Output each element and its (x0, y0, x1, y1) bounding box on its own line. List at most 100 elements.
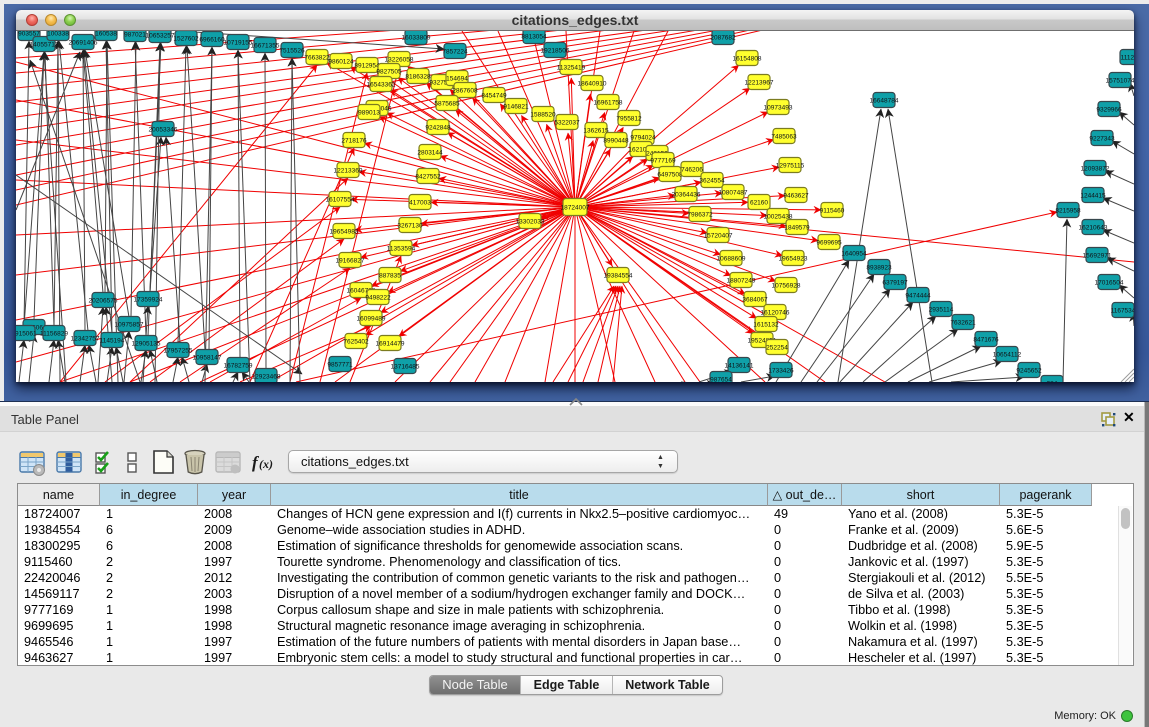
svg-text:9329966: 9329966 (1096, 106, 1122, 113)
svg-text:1167534: 1167534 (1111, 307, 1134, 314)
svg-text:8215958: 8215958 (1055, 207, 1081, 214)
svg-text:10807487: 10807487 (719, 189, 748, 196)
svg-text:18807249: 18807249 (727, 277, 756, 284)
svg-text:12342757: 12342757 (71, 335, 100, 342)
svg-text:7986372: 7986372 (687, 211, 713, 218)
svg-text:6966160: 6966160 (199, 36, 225, 43)
svg-text:9794024: 9794024 (630, 134, 656, 141)
svg-text:17957255: 17957255 (164, 347, 193, 354)
svg-text:3267130: 3267130 (397, 222, 423, 229)
svg-text:10688609: 10688609 (717, 255, 746, 262)
svg-text:16154808: 16154808 (733, 55, 762, 62)
svg-text:16648784: 16648784 (870, 97, 899, 104)
svg-text:2087682: 2087682 (710, 34, 736, 41)
svg-text:15692971: 15692971 (1083, 252, 1112, 259)
svg-text:(x): (x) (259, 457, 273, 471)
svg-text:1527602: 1527602 (173, 35, 199, 42)
svg-text:417003: 417003 (409, 199, 431, 206)
svg-text:13226058: 13226058 (385, 56, 414, 63)
svg-text:10958147: 10958147 (193, 354, 222, 361)
svg-text:12093872: 12093872 (1081, 165, 1110, 172)
svg-text:8813054: 8813054 (521, 33, 547, 40)
svg-text:10653257: 10653257 (146, 32, 175, 39)
svg-text:1244415: 1244415 (1080, 192, 1106, 199)
svg-text:100338: 100338 (47, 31, 69, 37)
svg-text:924: 924 (1047, 380, 1058, 382)
svg-text:160538: 160538 (95, 31, 117, 37)
svg-text:11353594: 11353594 (387, 245, 416, 252)
svg-text:887835: 887835 (379, 272, 401, 279)
svg-text:7625402: 7625402 (343, 338, 369, 345)
svg-text:2718176: 2718176 (341, 137, 367, 144)
svg-text:8427552: 8427552 (415, 173, 441, 180)
svg-text:19654983: 19654983 (330, 228, 359, 235)
svg-text:3915061: 3915061 (16, 330, 37, 337)
svg-text:1733426: 1733426 (768, 367, 794, 374)
svg-text:9115460: 9115460 (820, 207, 845, 214)
svg-text:11156829: 11156829 (40, 330, 68, 337)
svg-text:62160: 62160 (750, 199, 768, 206)
svg-text:252254: 252254 (766, 344, 788, 351)
svg-text:9498222: 9498222 (365, 294, 391, 301)
svg-text:7663822: 7663822 (304, 54, 330, 61)
svg-text:18640910: 18640910 (578, 80, 607, 87)
svg-text:9699695: 9699695 (816, 239, 842, 246)
svg-text:8471676: 8471676 (973, 336, 999, 343)
svg-text:154694: 154694 (446, 75, 468, 82)
svg-text:3684067: 3684067 (742, 296, 768, 303)
svg-text:16782759: 16782759 (224, 362, 253, 369)
svg-text:9827505: 9827505 (376, 68, 402, 75)
svg-text:111240: 111240 (1121, 54, 1134, 61)
svg-text:9146821: 9146821 (503, 103, 529, 110)
svg-text:19384554: 19384554 (604, 272, 633, 279)
svg-text:12213369: 12213369 (334, 167, 363, 174)
svg-text:8938923: 8938923 (866, 264, 892, 271)
svg-text:17359924: 17359924 (134, 296, 163, 303)
svg-text:14136141: 14136141 (725, 362, 754, 369)
svg-text:5322037: 5322037 (554, 119, 580, 126)
svg-text:5875685: 5875685 (434, 100, 460, 107)
svg-text:9860124: 9860124 (328, 58, 354, 65)
svg-text:1145194: 1145194 (100, 337, 125, 344)
svg-text:3624554: 3624554 (699, 177, 725, 184)
svg-text:8454749: 8454749 (481, 92, 507, 99)
svg-text:10973493: 10973493 (764, 104, 793, 111)
svg-text:12213967: 12213967 (745, 79, 774, 86)
svg-text:13302033: 13302033 (516, 218, 545, 225)
svg-text:12923468: 12923468 (252, 373, 281, 380)
svg-text:8990448: 8990448 (603, 137, 629, 144)
svg-text:9242848: 9242848 (425, 124, 451, 131)
svg-text:20206575: 20206575 (89, 297, 118, 304)
svg-text:16210643: 16210643 (1079, 224, 1108, 231)
svg-text:13716485: 13716485 (391, 363, 420, 370)
svg-text:20053346: 20053346 (149, 126, 178, 133)
svg-text:987654: 987654 (710, 376, 732, 382)
svg-text:7955812: 7955812 (616, 115, 642, 122)
svg-text:9777169: 9777169 (650, 157, 676, 164)
svg-text:989013: 989013 (358, 109, 380, 116)
svg-text:6497508: 6497508 (657, 171, 683, 178)
svg-text:12905135: 12905135 (132, 340, 161, 347)
svg-text:7485063: 7485063 (771, 133, 797, 140)
svg-text:16120746: 16120746 (761, 309, 790, 316)
svg-text:1849579: 1849579 (784, 224, 810, 231)
svg-text:2935114: 2935114 (929, 306, 954, 313)
svg-text:16033809: 16033809 (402, 34, 431, 41)
svg-text:9463627: 9463627 (783, 192, 809, 199)
svg-text:15751074: 15751074 (1106, 77, 1134, 84)
svg-text:1588520: 1588520 (530, 111, 556, 118)
svg-text:19166827: 19166827 (336, 257, 365, 264)
svg-text:10975857: 10975857 (115, 321, 144, 328)
svg-text:16099489: 16099489 (357, 315, 386, 322)
svg-text:19654923: 19654923 (779, 255, 808, 262)
svg-text:7857224: 7857224 (442, 48, 468, 55)
svg-text:8186328: 8186328 (405, 73, 431, 80)
svg-text:746206: 746206 (681, 166, 703, 173)
svg-text:20691406: 20691406 (69, 39, 98, 46)
svg-text:20364436: 20364436 (672, 191, 701, 198)
svg-text:10756928: 10756928 (772, 282, 801, 289)
svg-text:987021: 987021 (124, 31, 146, 38)
svg-text:9857771: 9857771 (327, 361, 353, 368)
svg-text:14055713: 14055713 (30, 41, 59, 48)
svg-text:16914479: 16914479 (376, 340, 405, 347)
